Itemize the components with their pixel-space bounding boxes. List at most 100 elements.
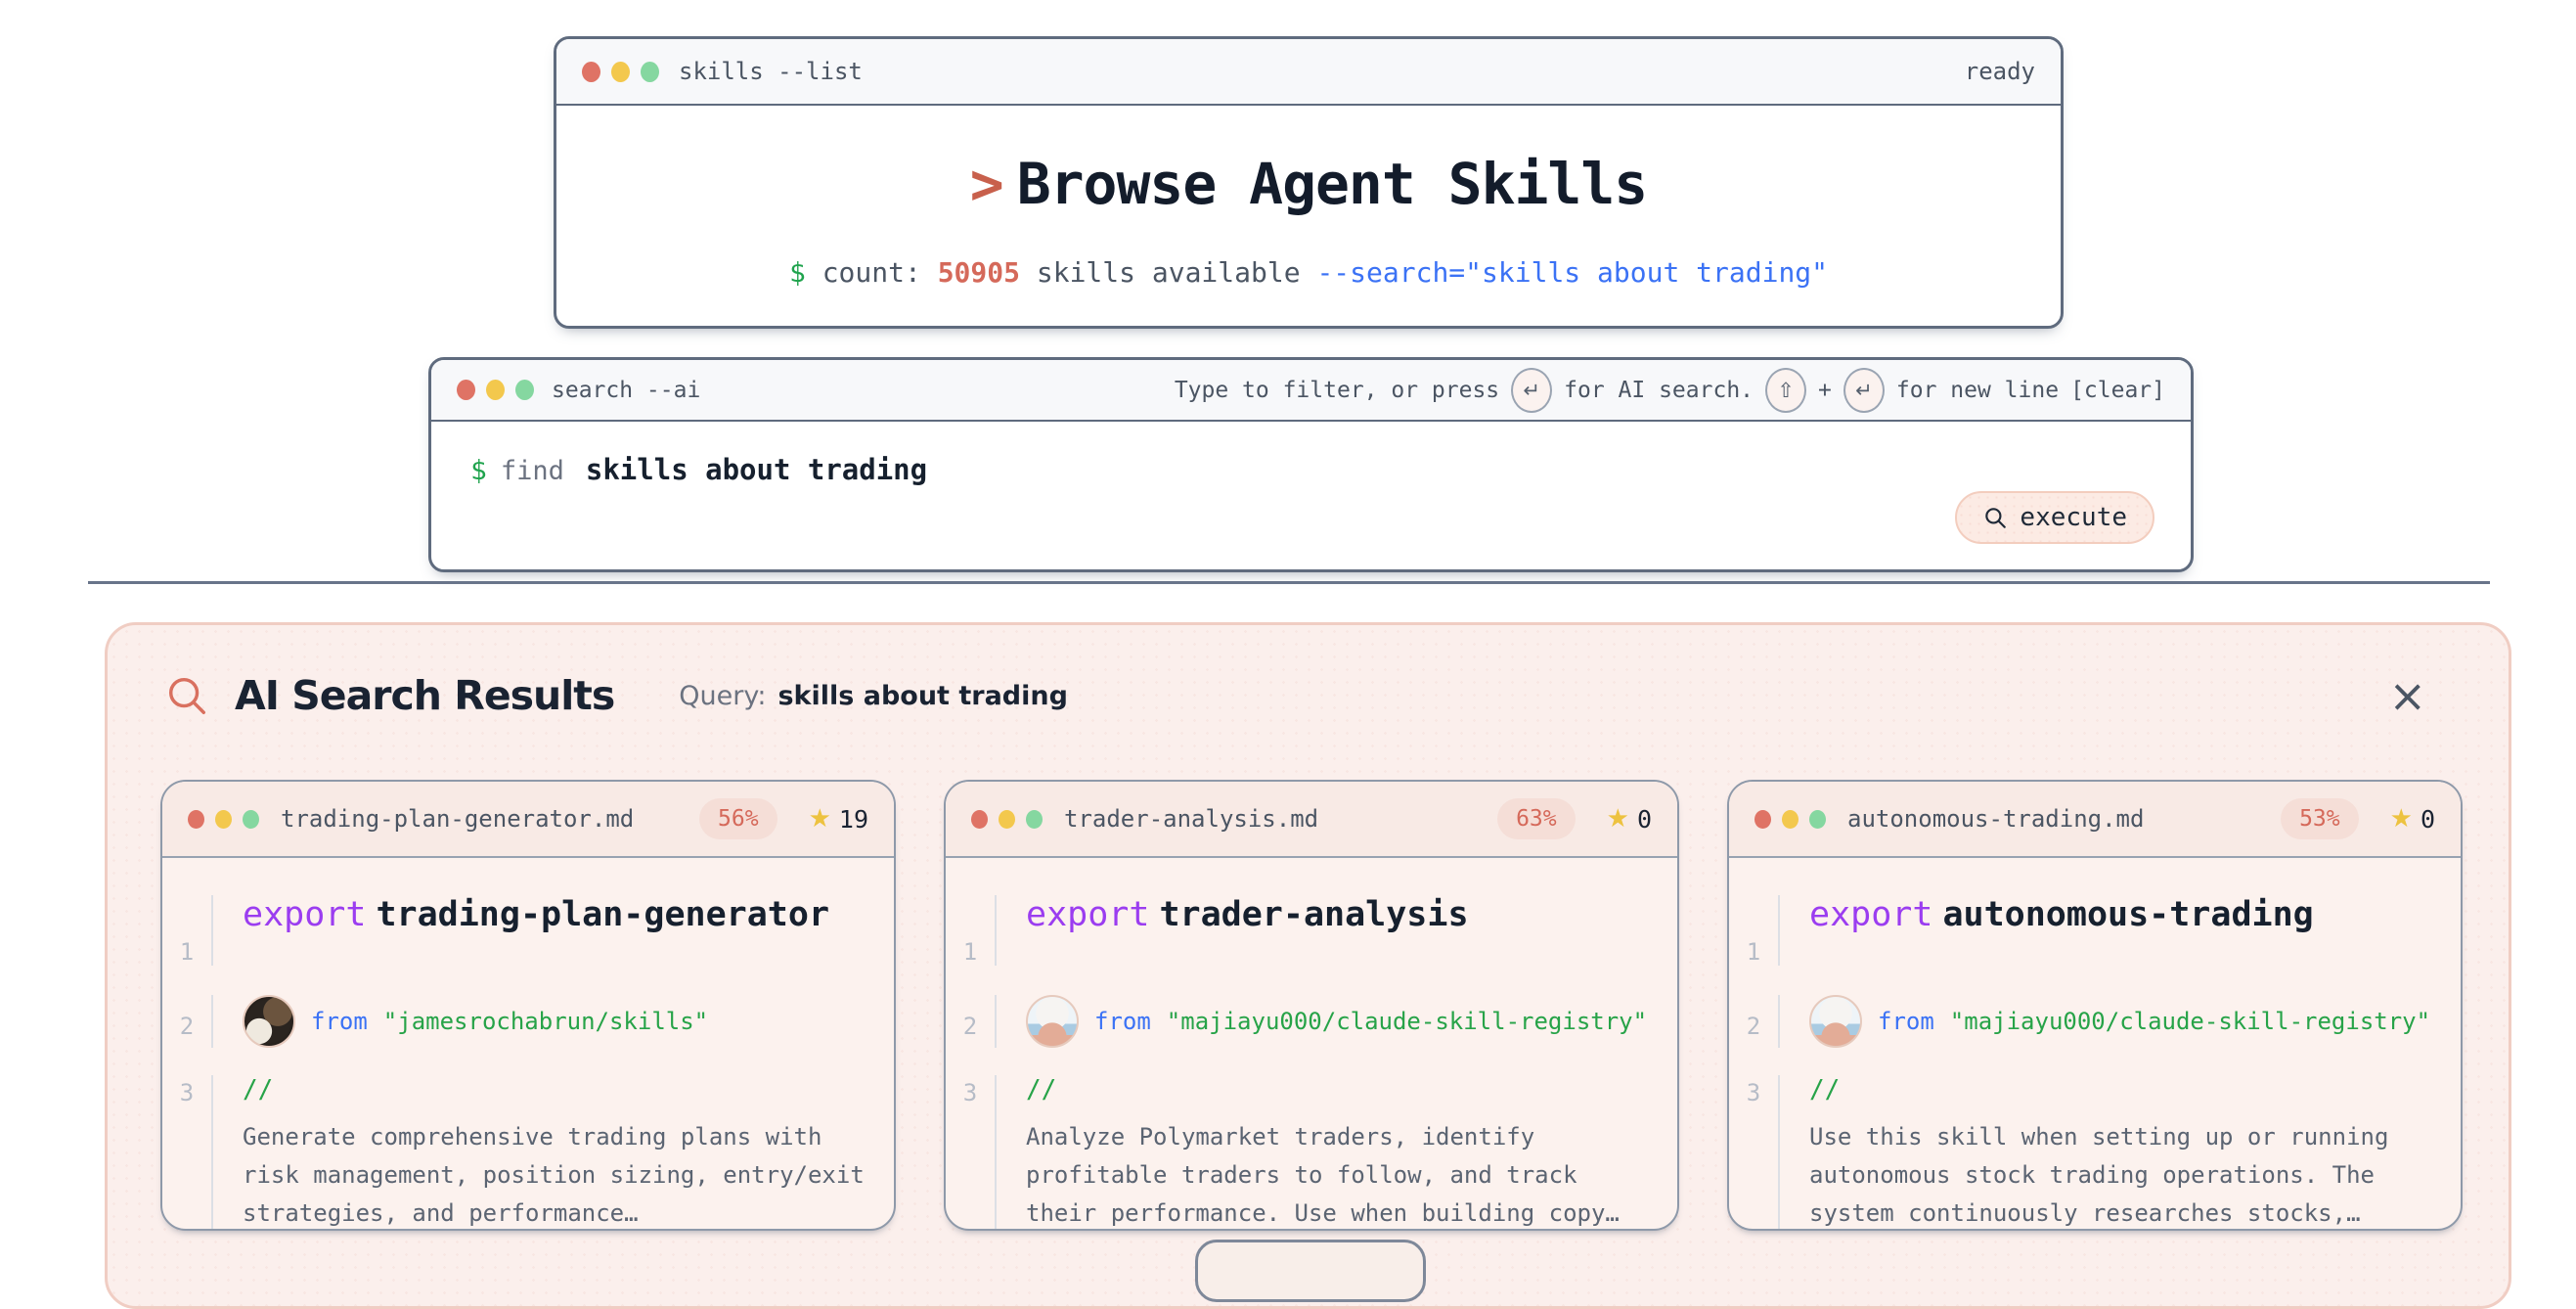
card-titlebar: trading-plan-generator.md 56% ★ 19 bbox=[162, 782, 894, 858]
skill-description: Use this skill when setting up or runnin… bbox=[1809, 1118, 2445, 1231]
window-title: skills --list bbox=[679, 58, 863, 85]
skill-filename: trading-plan-generator.md bbox=[281, 805, 634, 833]
query-display: Query: skills about trading bbox=[679, 681, 1068, 711]
skill-description: Generate comprehensive trading plans wit… bbox=[243, 1118, 878, 1231]
star-icon: ★ bbox=[2390, 804, 2413, 834]
skills-list-titlebar: skills --list ready bbox=[556, 39, 2061, 106]
line-number: 2 bbox=[162, 995, 213, 1048]
skill-source-repo: "jamesrochabrun/skills" bbox=[383, 1008, 708, 1035]
count-suffix: skills available bbox=[1037, 256, 1301, 289]
traffic-light-green-icon bbox=[515, 380, 534, 400]
search-window: search --ai Type to filter, or press ↵ f… bbox=[428, 357, 2194, 572]
execute-label: execute bbox=[2020, 503, 2127, 532]
traffic-light-green-icon bbox=[1026, 810, 1043, 829]
line-number: 1 bbox=[1729, 895, 1780, 966]
search-titlebar: search --ai Type to filter, or press ↵ f… bbox=[431, 360, 2191, 422]
plus-separator: + bbox=[1818, 378, 1832, 403]
search-input[interactable]: $ find skills about trading bbox=[431, 422, 2191, 486]
line-number: 3 bbox=[1729, 1075, 1780, 1231]
search-input-value: skills about trading bbox=[586, 453, 927, 486]
page-title: >Browse Agent Skills bbox=[556, 151, 2061, 217]
line-number: 1 bbox=[162, 895, 213, 966]
card-code-body: 1 export trading-plan-generator 2 from "j… bbox=[162, 858, 894, 1231]
execute-button[interactable]: execute bbox=[1955, 491, 2154, 544]
from-keyword: from bbox=[1878, 1008, 1934, 1035]
skills-count: 50905 bbox=[938, 256, 1020, 289]
dollar-prompt: $ bbox=[470, 454, 487, 486]
section-divider bbox=[88, 581, 2490, 584]
skill-name: trader-analysis bbox=[1159, 895, 1468, 934]
hint-text: Type to filter, or press bbox=[1175, 378, 1499, 403]
stars-display: ★ 19 bbox=[809, 804, 868, 834]
traffic-light-green-icon bbox=[243, 810, 259, 829]
export-keyword: export bbox=[1809, 895, 1932, 934]
from-keyword: from bbox=[1094, 1008, 1151, 1035]
line-number: 1 bbox=[946, 895, 997, 966]
star-icon: ★ bbox=[809, 804, 831, 834]
export-keyword: export bbox=[243, 895, 366, 934]
show-more-button[interactable] bbox=[1195, 1240, 1426, 1302]
enter-key-icon: ↵ bbox=[1843, 368, 1885, 413]
hint-text: for AI search. bbox=[1564, 378, 1754, 403]
star-count: 0 bbox=[1637, 805, 1652, 834]
card-code-body: 1 export trader-analysis 2 from "majiayu0… bbox=[946, 858, 1677, 1231]
skill-card[interactable]: trading-plan-generator.md 56% ★ 19 1 exp… bbox=[160, 780, 896, 1231]
comment-marker: // bbox=[1026, 1075, 1662, 1105]
card-code-body: 1 export autonomous-trading 2 from "majia… bbox=[1729, 858, 2461, 1231]
prompt-chevron-icon: > bbox=[970, 151, 1003, 217]
export-keyword: export bbox=[1026, 895, 1149, 934]
traffic-light-yellow-icon bbox=[486, 380, 505, 400]
traffic-light-yellow-icon bbox=[999, 810, 1015, 829]
traffic-light-yellow-icon bbox=[611, 62, 630, 82]
hint-text: for new line bbox=[1896, 378, 2059, 403]
line-number: 2 bbox=[1729, 995, 1780, 1048]
dollar-prompt: $ bbox=[789, 256, 806, 289]
window-controls bbox=[1754, 810, 1826, 829]
page-title-text: Browse Agent Skills bbox=[1017, 151, 1647, 217]
clear-button[interactable]: [clear] bbox=[2070, 378, 2165, 403]
results-card-row: trading-plan-generator.md 56% ★ 19 1 exp… bbox=[160, 780, 2463, 1231]
card-titlebar: trader-analysis.md 63% ★ 0 bbox=[946, 782, 1677, 858]
window-controls bbox=[457, 380, 534, 400]
close-icon[interactable]: × bbox=[2388, 673, 2426, 718]
skill-source-repo: "majiayu000/claude-skill-registry" bbox=[1950, 1008, 2430, 1035]
author-avatar bbox=[1809, 995, 1862, 1048]
search-icon bbox=[164, 673, 209, 718]
command-label: find bbox=[501, 456, 564, 486]
stars-display: ★ 0 bbox=[2390, 804, 2435, 834]
results-title: AI Search Results bbox=[235, 672, 614, 719]
count-label: count: bbox=[822, 256, 921, 289]
star-count: 19 bbox=[839, 805, 868, 834]
skill-filename: trader-analysis.md bbox=[1064, 805, 1318, 833]
traffic-light-yellow-icon bbox=[1782, 810, 1799, 829]
skill-name: autonomous-trading bbox=[1942, 895, 2313, 934]
search-flag: --search="skills about trading" bbox=[1316, 256, 1828, 289]
skill-name: trading-plan-generator bbox=[376, 895, 829, 934]
from-keyword: from bbox=[311, 1008, 368, 1035]
keyboard-hints: Type to filter, or press ↵ for AI search… bbox=[1175, 368, 2165, 413]
skill-description: Analyze Polymarket traders, identify pro… bbox=[1026, 1118, 1662, 1231]
window-controls bbox=[971, 810, 1043, 829]
skill-source-repo: "majiayu000/claude-skill-registry" bbox=[1167, 1008, 1647, 1035]
skills-count-line: $ count: 50905 skills available --search… bbox=[556, 256, 2061, 289]
traffic-light-red-icon bbox=[188, 810, 204, 829]
status-badge: ready bbox=[1965, 58, 2035, 85]
traffic-light-red-icon bbox=[971, 810, 988, 829]
traffic-light-green-icon bbox=[1809, 810, 1826, 829]
card-titlebar: autonomous-trading.md 53% ★ 0 bbox=[1729, 782, 2461, 858]
traffic-light-red-icon bbox=[582, 62, 600, 82]
match-percent-badge: 56% bbox=[699, 798, 777, 839]
window-controls bbox=[582, 62, 659, 82]
line-number: 3 bbox=[162, 1075, 213, 1231]
results-header: AI Search Results Query: skills about tr… bbox=[108, 625, 2509, 719]
line-number: 2 bbox=[946, 995, 997, 1048]
skill-card[interactable]: trader-analysis.md 63% ★ 0 1 export trade… bbox=[944, 780, 1679, 1231]
skill-card[interactable]: autonomous-trading.md 53% ★ 0 1 export au… bbox=[1727, 780, 2463, 1231]
stars-display: ★ 0 bbox=[1607, 804, 1652, 834]
traffic-light-green-icon bbox=[641, 62, 659, 82]
query-label: Query: bbox=[679, 681, 766, 711]
star-count: 0 bbox=[2421, 805, 2435, 834]
comment-marker: // bbox=[243, 1075, 878, 1105]
window-title: search --ai bbox=[552, 378, 700, 403]
match-percent-badge: 63% bbox=[1497, 798, 1576, 839]
